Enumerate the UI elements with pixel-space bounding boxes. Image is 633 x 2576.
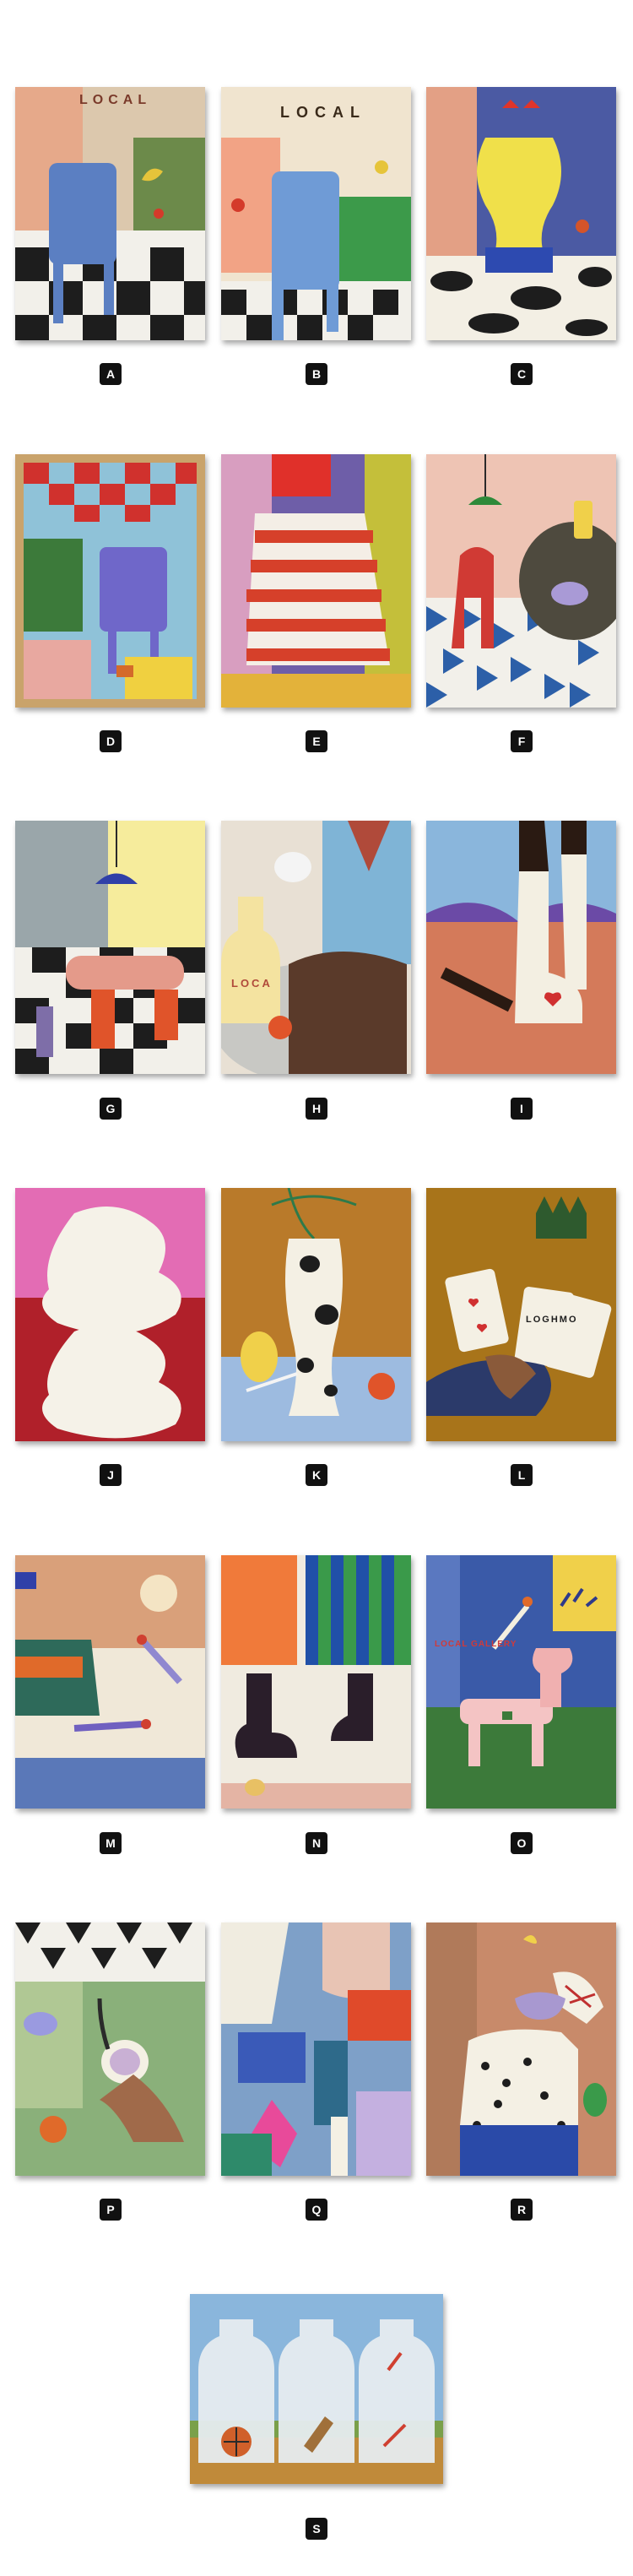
painting-m[interactable] xyxy=(15,1555,205,1809)
painting-a[interactable] xyxy=(15,87,205,340)
label-i: I xyxy=(511,1098,533,1120)
painting-k[interactable] xyxy=(221,1188,411,1441)
label-c: C xyxy=(511,363,533,385)
label-a: A xyxy=(100,363,122,385)
label-n: N xyxy=(306,1832,327,1854)
painting-n[interactable] xyxy=(221,1555,411,1809)
painting-l[interactable]: LOGHMO xyxy=(426,1188,616,1441)
painting-f[interactable] xyxy=(426,454,616,708)
label-s: S xyxy=(306,2518,327,2540)
label-f: F xyxy=(511,730,533,752)
painting-b[interactable]: LOCAL xyxy=(221,87,411,340)
label-e: E xyxy=(306,730,327,752)
label-l: L xyxy=(511,1464,533,1486)
label-g: G xyxy=(100,1098,122,1120)
label-k: K xyxy=(306,1464,327,1486)
painting-e[interactable] xyxy=(221,454,411,708)
painting-g[interactable] xyxy=(15,821,205,1074)
label-h: H xyxy=(306,1098,327,1120)
painting-j[interactable] xyxy=(15,1188,205,1441)
painted-word-o: LOCAL GALLERY xyxy=(435,1640,517,1649)
painted-word-l: LOGHMO xyxy=(526,1315,578,1325)
painting-q[interactable] xyxy=(221,1923,411,2176)
painting-r[interactable] xyxy=(426,1923,616,2176)
label-p: P xyxy=(100,2199,122,2221)
painted-word-a: LOCAL xyxy=(79,93,152,107)
painting-o[interactable]: LOCAL GALLERY xyxy=(426,1555,616,1809)
label-j: J xyxy=(100,1464,122,1486)
label-o: O xyxy=(511,1832,533,1854)
label-q: Q xyxy=(306,2199,327,2221)
painting-i[interactable] xyxy=(426,821,616,1074)
label-b: B xyxy=(306,363,327,385)
painting-h[interactable]: LOCA xyxy=(221,821,411,1074)
painting-p[interactable] xyxy=(15,1923,205,2176)
painted-word-h: LOCA xyxy=(231,977,273,990)
painting-s[interactable] xyxy=(190,2294,443,2484)
painted-word-b: LOCAL xyxy=(280,104,366,121)
label-r: R xyxy=(511,2199,533,2221)
label-m: M xyxy=(100,1832,122,1854)
painting-c[interactable] xyxy=(426,87,616,340)
label-d: D xyxy=(100,730,122,752)
painting-d[interactable] xyxy=(15,454,205,708)
